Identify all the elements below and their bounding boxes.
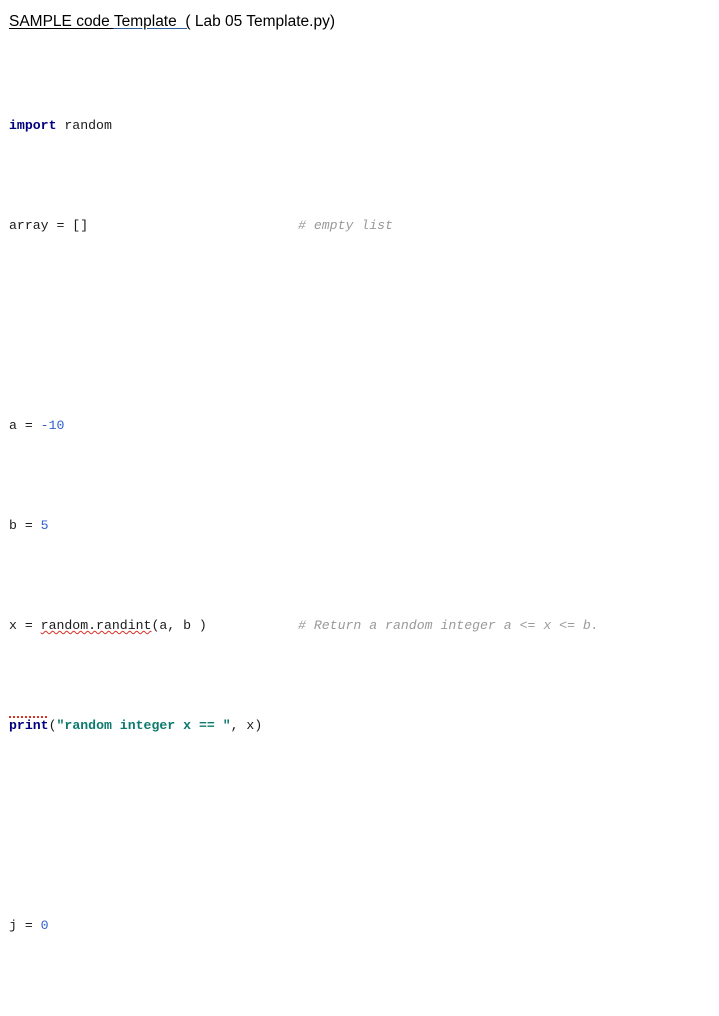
code-text: (a, b ) [151, 618, 207, 633]
code-line: import random [9, 116, 262, 136]
code-line: array = [] # empty list [9, 216, 393, 236]
code-text: , x) [230, 718, 263, 733]
number-literal: -10 [40, 418, 65, 433]
title-segment-template-link[interactable]: Template ( [114, 13, 191, 30]
spellcheck-underlined-text: random.randint [40, 618, 152, 633]
number-literal: 0 [40, 918, 49, 933]
code-line: print("random integer x == ", x) [9, 716, 262, 736]
code-text: random [56, 118, 112, 133]
code-block: import random array = [] # empty list a =… [9, 36, 599, 1016]
code-comment: # Return a random integer a <= x <= b. [298, 618, 599, 633]
code-text: ( [48, 718, 57, 733]
document-title: SAMPLE code Template ( Lab 05 Template.p… [9, 12, 335, 32]
keyword-import: import [9, 118, 57, 133]
code-text: array = [] [9, 218, 89, 233]
code-line: x = random.randint(a, b ) # Return a rand… [9, 616, 599, 636]
string-literal: "random integer x == " [56, 718, 231, 733]
title-segment-filename: Lab 05 Template.py) [190, 13, 335, 30]
code-line: b = 5 [9, 516, 262, 536]
code-comment: # empty list [298, 218, 393, 233]
title-segment-sample-code: SAMPLE code [9, 13, 114, 30]
code-line: j = 0 [9, 916, 262, 936]
number-literal: 5 [40, 518, 49, 533]
code-line: a = -10 [9, 416, 262, 436]
code-text: b = [9, 518, 41, 533]
code-text: j = [9, 918, 41, 933]
function-print: print [9, 718, 49, 733]
document-canvas: SAMPLE code Template ( Lab 05 Template.p… [0, 0, 719, 933]
code-text: x = [9, 618, 41, 633]
code-text: a = [9, 418, 41, 433]
